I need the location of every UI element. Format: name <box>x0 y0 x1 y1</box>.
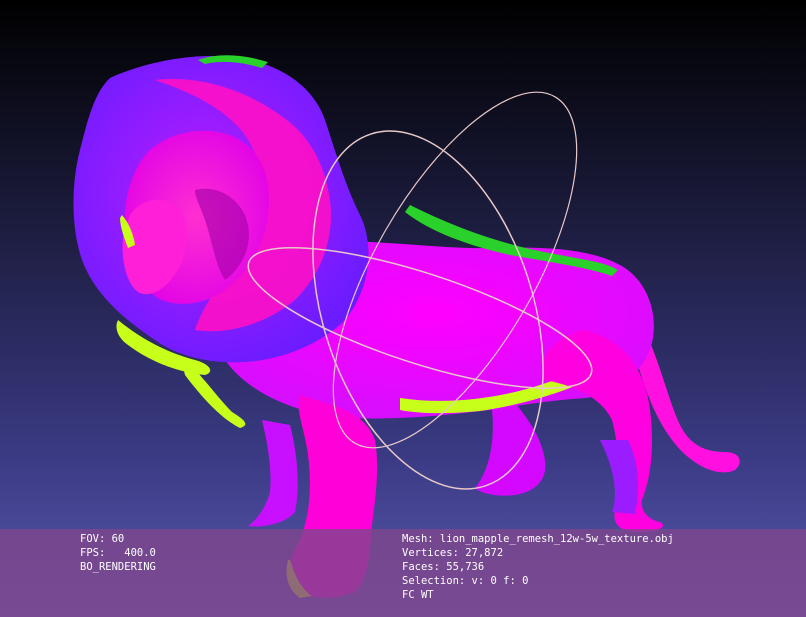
mesh-scene[interactable] <box>0 0 806 617</box>
info-overlay: FOV: 60 FPS: 400.0 BO_RENDERING Mesh: li… <box>0 529 806 617</box>
mode-label: FC WT <box>402 589 434 601</box>
render-mode-label: BO_RENDERING <box>80 561 156 573</box>
faces-label: Faces: 55,736 <box>402 561 485 573</box>
lion-front-leg-far <box>248 420 298 527</box>
selection-label: Selection: v: 0 f: 0 <box>402 575 529 587</box>
lion-mesh[interactable] <box>73 55 740 598</box>
render-stats: FOV: 60 FPS: 400.0 BO_RENDERING <box>80 532 156 574</box>
fov-label: FOV: 60 <box>80 533 125 545</box>
fps-label: FPS: 400.0 <box>80 547 156 559</box>
3d-viewport[interactable]: FOV: 60 FPS: 400.0 BO_RENDERING Mesh: li… <box>0 0 806 617</box>
vertices-label: Vertices: 27,872 <box>402 547 504 559</box>
mesh-stats: Mesh: lion_mapple_remesh_12w-5w_texture.… <box>402 532 674 602</box>
mesh-name-label: Mesh: lion_mapple_remesh_12w-5w_texture.… <box>402 533 674 545</box>
lion-hind-leg-near-shade <box>600 440 639 514</box>
